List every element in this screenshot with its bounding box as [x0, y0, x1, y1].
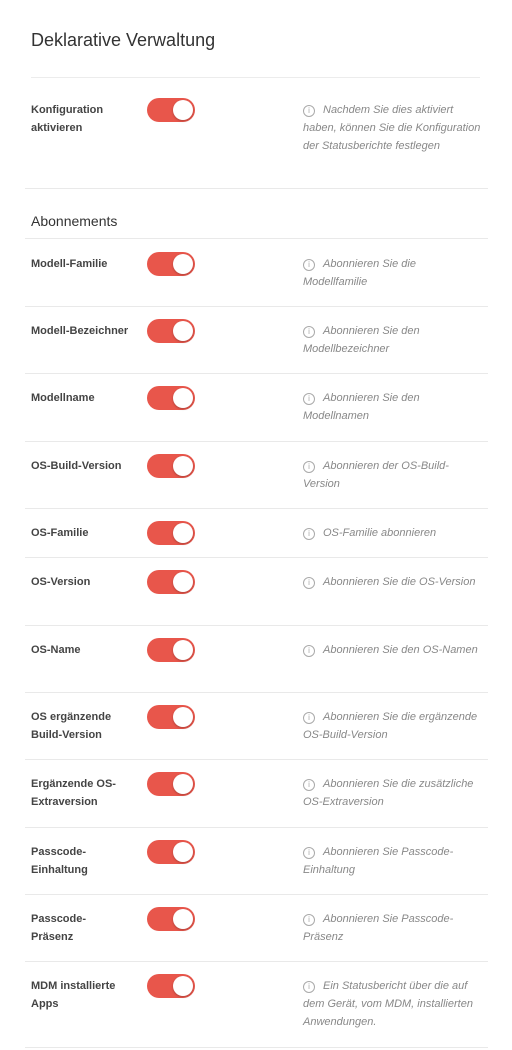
row-label: Ergänzende OS-Extraversion — [31, 778, 116, 808]
toggle-knob — [173, 640, 193, 660]
os-name-toggle[interactable] — [147, 638, 195, 662]
row-label: OS-Version — [31, 576, 91, 588]
subscription-row-os-build-version: OS-Build-Version i Abonnieren der OS-Buil… — [25, 442, 488, 509]
help-text: Abonnieren Sie den OS-Namen — [323, 644, 478, 656]
info-icon: i — [303, 779, 315, 791]
row-label: Passcode-Einhaltung — [31, 846, 88, 876]
info-icon: i — [303, 645, 315, 657]
help-text: Abonnieren Sie die zusätzliche OS-Extrav… — [303, 778, 474, 808]
row-help: i Abonnieren Sie die OS-Version — [303, 573, 483, 591]
config-toggle[interactable] — [147, 98, 195, 122]
row-label: OS-Familie — [31, 527, 89, 539]
subscription-row-os-extra-version: Ergänzende OS-Extraversion i Abonnieren S… — [25, 760, 488, 828]
row-help: i Abonnieren Sie Passcode-Präsenz — [303, 910, 483, 946]
row-help: i Abonnieren der OS-Build-Version — [303, 457, 483, 493]
os-build-version-toggle[interactable] — [147, 454, 195, 478]
row-help: i Ein Statusbericht über die auf dem Gerä… — [303, 977, 483, 1031]
toggle-knob — [173, 321, 193, 341]
row-help: i Abonnieren Sie Passcode-Einhaltung — [303, 843, 483, 879]
row-help: i Abonnieren Sie die zusätzliche OS-Extra… — [303, 775, 483, 811]
subscription-row-mdm-installed-apps: MDM installierte Apps i Ein Statusbericht… — [25, 962, 488, 1048]
toggle-knob — [173, 909, 193, 929]
help-text: Abonnieren Sie die Modellfamilie — [303, 258, 416, 288]
subscription-row-model-identifier: Modell-Bezeichner i Abonnieren Sie den Mo… — [25, 307, 488, 374]
page-title: Deklarative Verwaltung — [31, 30, 216, 50]
model-name-toggle[interactable] — [147, 386, 195, 410]
help-text: Abonnieren Sie den Modellbezeichner — [303, 325, 420, 355]
help-text: Abonnieren Sie die ergänzende OS-Build-V… — [303, 711, 478, 741]
row-help: i Abonnieren Sie die ergänzende OS-Build-… — [303, 708, 483, 744]
toggle-knob — [173, 388, 193, 408]
row-help: i Abonnieren Sie den OS-Namen — [303, 641, 483, 659]
config-help: i Nachdem Sie dies aktiviert haben, könne… — [303, 101, 483, 155]
help-text: Abonnieren Sie die OS-Version — [323, 576, 476, 588]
toggle-knob — [173, 572, 193, 592]
model-identifier-toggle[interactable] — [147, 319, 195, 343]
toggle-knob — [173, 976, 193, 996]
info-icon: i — [303, 847, 315, 859]
help-text: Nachdem Sie dies aktiviert haben, können… — [303, 104, 481, 152]
toggle-knob — [173, 456, 193, 476]
os-supplemental-build-version-toggle[interactable] — [147, 705, 195, 729]
model-family-toggle[interactable] — [147, 252, 195, 276]
info-icon: i — [303, 914, 315, 926]
help-text: Abonnieren Sie den Modellnamen — [303, 392, 420, 422]
os-family-toggle[interactable] — [147, 521, 195, 545]
section-heading: Abonnements — [31, 213, 118, 229]
row-label: MDM installierte Apps — [31, 980, 116, 1010]
subscription-row-os-version: OS-Version i Abonnieren Sie die OS-Versio… — [25, 558, 488, 626]
toggle-knob — [173, 523, 193, 543]
os-version-toggle[interactable] — [147, 570, 195, 594]
help-text: OS-Familie abonnieren — [323, 527, 437, 539]
os-extra-version-toggle[interactable] — [147, 772, 195, 796]
help-text: Ein Statusbericht über die auf dem Gerät… — [303, 980, 473, 1028]
help-text: Abonnieren Sie Passcode-Einhaltung — [303, 846, 454, 876]
info-icon: i — [303, 326, 315, 338]
row-help: i OS-Familie abonnieren — [303, 524, 483, 542]
passcode-presence-toggle[interactable] — [147, 907, 195, 931]
row-label: Modellname — [31, 392, 95, 404]
info-icon: i — [303, 577, 315, 589]
subscription-row-model-family: Modell-Familie i Abonnieren Sie die Model… — [25, 239, 488, 307]
info-icon: i — [303, 105, 315, 117]
info-icon: i — [303, 528, 315, 540]
info-icon: i — [303, 259, 315, 271]
subscription-row-model-name: Modellname i Abonnieren Sie den Modellnam… — [25, 374, 488, 442]
row-label: OS-Name — [31, 644, 81, 656]
subscription-row-os-name: OS-Name i Abonnieren Sie den OS-Namen — [25, 626, 488, 693]
row-help: i Abonnieren Sie die Modellfamilie — [303, 255, 483, 291]
declarative-management-panel: Deklarative Verwaltung Konfiguration akt… — [0, 0, 512, 1050]
toggle-knob — [173, 774, 193, 794]
subscription-row-passcode-presence: Passcode-Präsenz i Abonnieren Sie Passcod… — [25, 895, 488, 962]
row-help: i Abonnieren Sie den Modellbezeichner — [303, 322, 483, 358]
passcode-compliance-toggle[interactable] — [147, 840, 195, 864]
subscription-row-os-supplemental-build-version: OS ergänzende Build-Version i Abonnieren … — [25, 693, 488, 760]
help-text: Abonnieren Sie Passcode-Präsenz — [303, 913, 454, 943]
row-label: OS ergänzende Build-Version — [31, 711, 112, 741]
row-label: OS-Build-Version — [31, 460, 122, 472]
info-icon: i — [303, 981, 315, 993]
row-label: Modell-Familie — [31, 258, 108, 270]
toggle-knob — [173, 254, 193, 274]
row-label: Passcode-Präsenz — [31, 913, 87, 943]
toggle-knob — [173, 842, 193, 862]
info-icon: i — [303, 712, 315, 724]
row-help: i Abonnieren Sie den Modellnamen — [303, 389, 483, 425]
info-icon: i — [303, 461, 315, 473]
toggle-knob — [173, 100, 193, 120]
mdm-installed-apps-toggle[interactable] — [147, 974, 195, 998]
row-label: Modell-Bezeichner — [31, 325, 129, 337]
config-label: Konfiguration aktivieren — [31, 104, 104, 134]
config-row: Konfiguration aktivieren i Nachdem Sie di… — [25, 78, 488, 189]
subscription-row-os-family: OS-Familie i OS-Familie abonnieren — [25, 509, 488, 558]
help-text: Abonnieren der OS-Build-Version — [303, 460, 449, 490]
subscription-row-passcode-compliance: Passcode-Einhaltung i Abonnieren Sie Pass… — [25, 828, 488, 895]
info-icon: i — [303, 393, 315, 405]
toggle-knob — [173, 707, 193, 727]
